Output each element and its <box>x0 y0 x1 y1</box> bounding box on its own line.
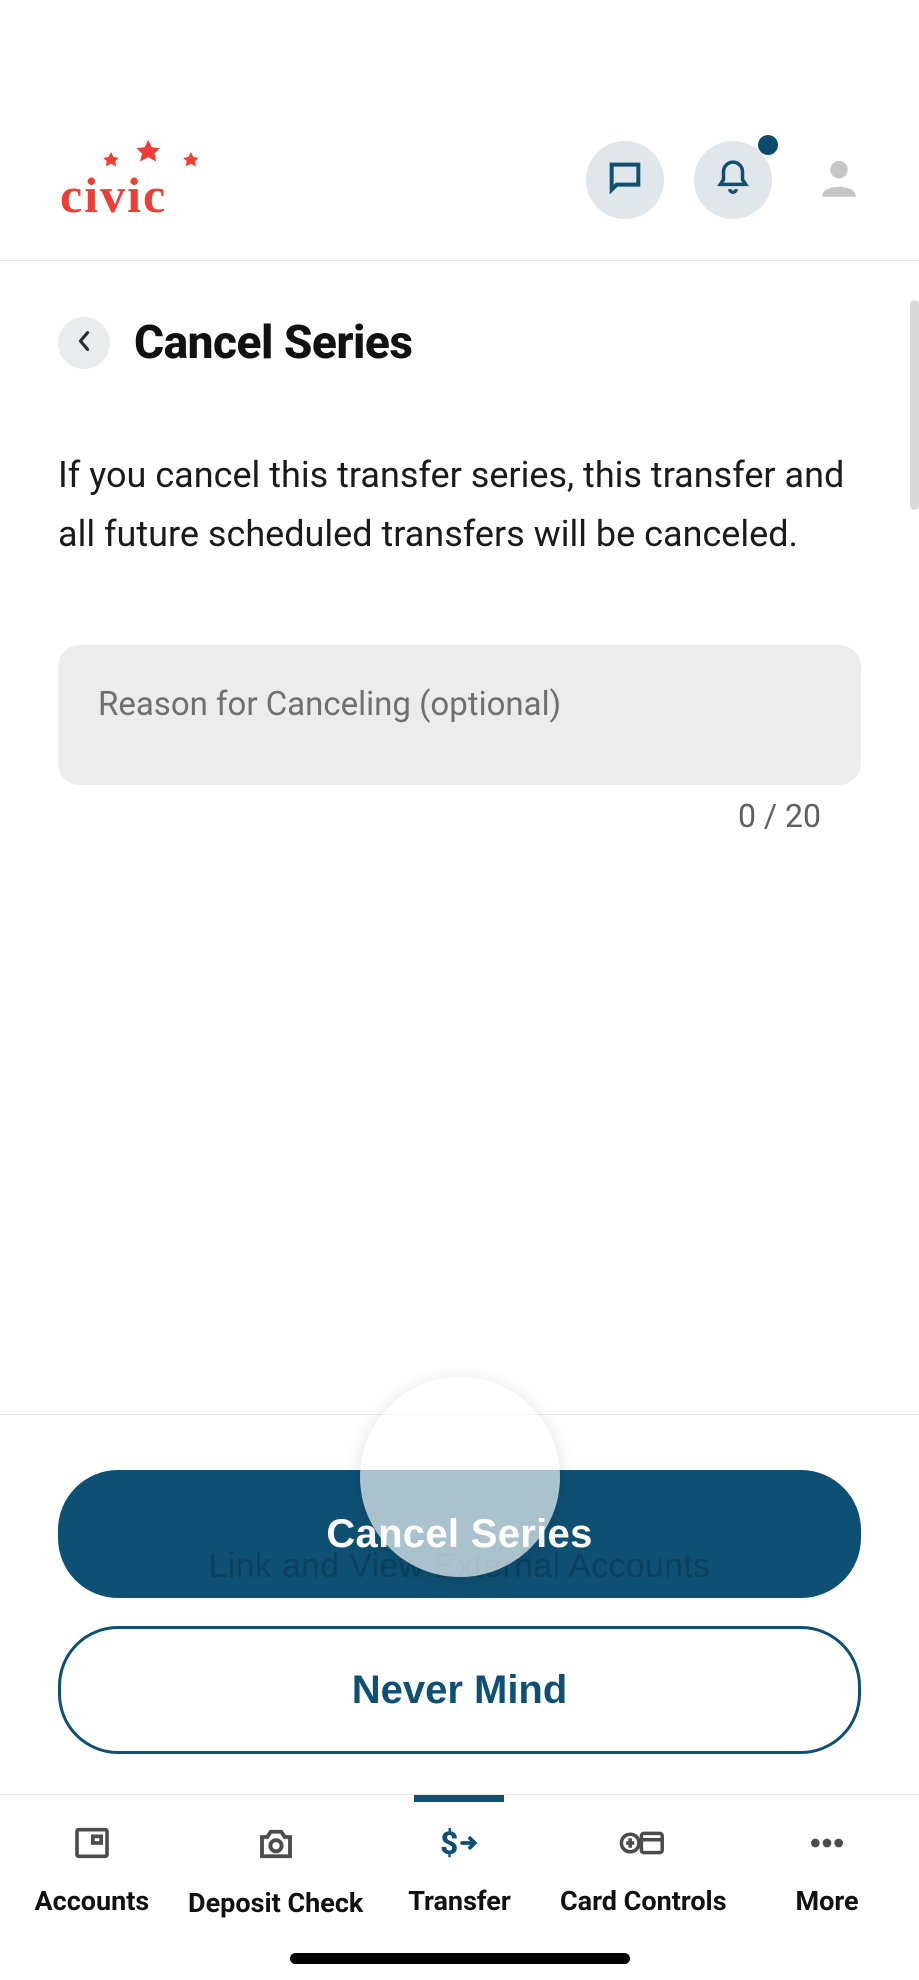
char-count: 0 / 20 <box>58 797 861 835</box>
ghost-link-text: Link and View External Accounts <box>58 1547 861 1586</box>
camera-icon <box>255 1823 297 1869</box>
home-indicator <box>290 1953 630 1964</box>
never-mind-button[interactable]: Never Mind <box>58 1626 861 1754</box>
tab-label: Accounts <box>35 1885 150 1917</box>
accounts-icon <box>72 1823 112 1867</box>
tab-more[interactable]: More <box>735 1795 919 1980</box>
back-button[interactable] <box>58 317 110 369</box>
tab-label: Card Controls <box>560 1885 727 1917</box>
bell-icon <box>714 159 752 201</box>
chevron-left-icon <box>75 329 93 357</box>
tab-label: Deposit Check <box>188 1887 363 1919</box>
more-icon <box>805 1823 849 1867</box>
tab-label: Transfer <box>408 1885 511 1917</box>
messages-button[interactable] <box>586 141 664 219</box>
notifications-button[interactable] <box>694 141 772 219</box>
svg-text:$: $ <box>441 1825 459 1862</box>
action-buttons: Cancel Series Link and View External Acc… <box>0 1414 919 1794</box>
tab-label: More <box>796 1885 859 1917</box>
tab-accounts[interactable]: Accounts <box>0 1795 184 1980</box>
card-controls-icon <box>619 1823 667 1867</box>
page-description: If you cancel this transfer series, this… <box>58 446 861 565</box>
svg-text:civic: civic <box>60 167 167 220</box>
page-title: Cancel Series <box>134 316 412 370</box>
profile-button[interactable] <box>814 153 864 207</box>
notification-dot <box>758 135 778 155</box>
person-icon <box>814 153 864 207</box>
reason-input-container[interactable] <box>58 645 861 785</box>
cancel-series-button[interactable]: Cancel Series Link and View External Acc… <box>58 1470 861 1598</box>
main-content: Cancel Series If you cancel this transfe… <box>0 261 919 1414</box>
message-icon <box>605 158 645 202</box>
transfer-icon: $ <box>437 1823 481 1867</box>
brand-logo: civic <box>60 140 556 220</box>
app-header: civic <box>0 110 919 261</box>
reason-input[interactable] <box>98 685 821 724</box>
